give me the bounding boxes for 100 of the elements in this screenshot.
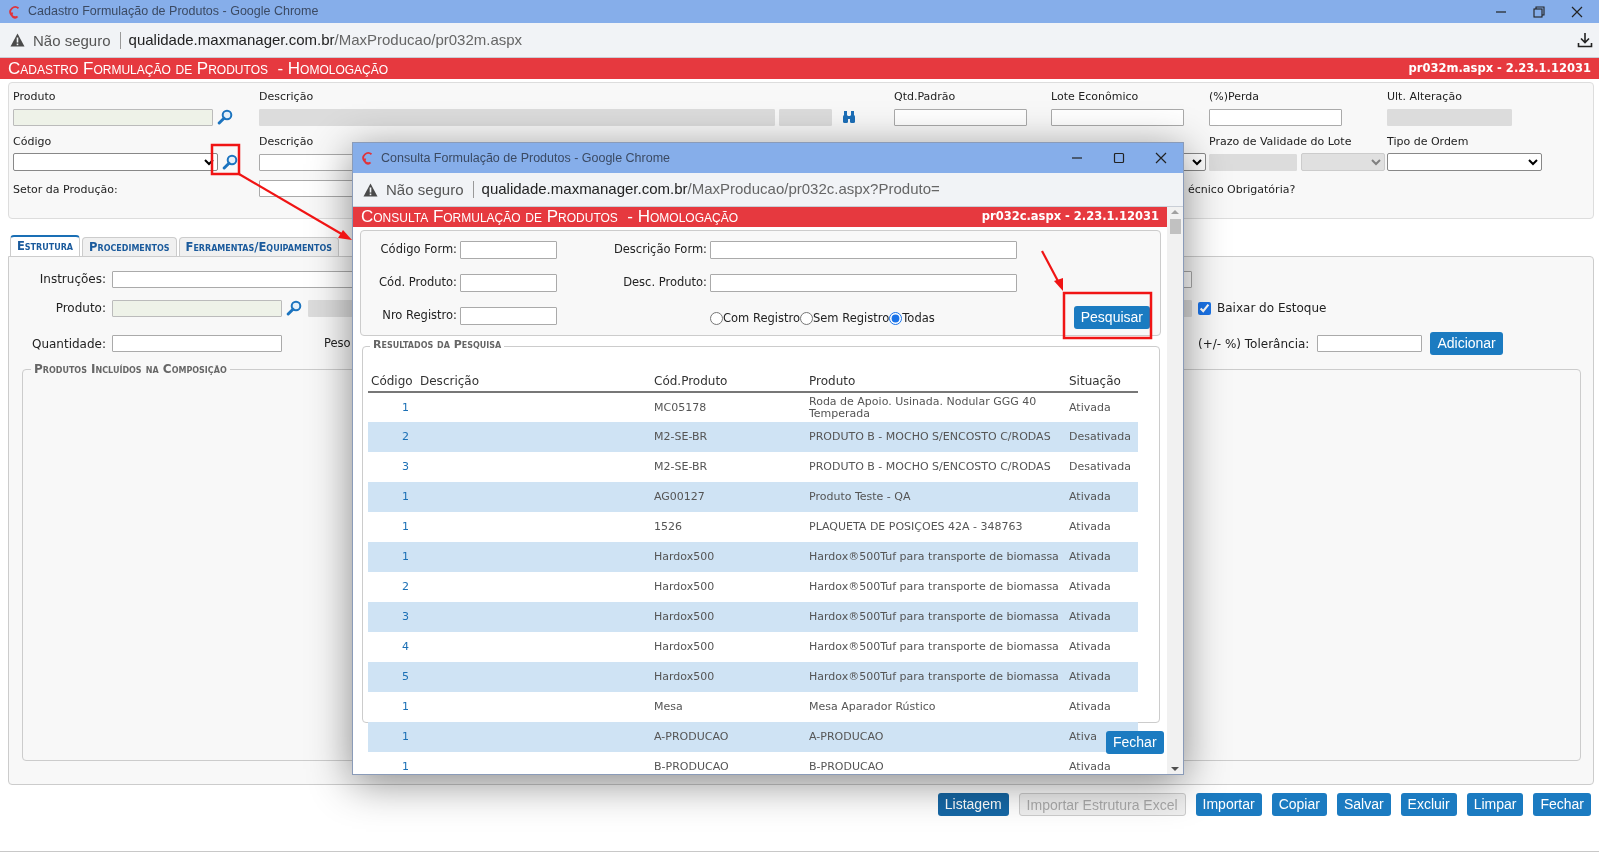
field-label: Descrição: [259, 134, 315, 150]
radio-label: Todas: [902, 309, 935, 327]
action-button[interactable]: Salvar: [1336, 793, 1391, 816]
radio-button[interactable]: [889, 312, 903, 325]
checkbox[interactable]: [1198, 301, 1211, 315]
action-button[interactable]: Excluir: [1400, 793, 1457, 816]
field-label: Desc. Produto:: [622, 273, 707, 291]
action-button[interactable]: Importar: [1195, 793, 1262, 816]
select-field[interactable]: [13, 153, 218, 171]
field-label: Código: [13, 134, 53, 150]
field-label: Ult. Alteração: [1387, 89, 1463, 105]
action-button[interactable]: Limpar: [1466, 793, 1524, 816]
table-cell: Ativada: [1066, 572, 1138, 602]
action-button[interactable]: Fechar: [1533, 793, 1591, 816]
field-label: Instruções:: [38, 271, 106, 288]
readonly-field[interactable]: [1387, 108, 1512, 126]
close-icon[interactable]: [1571, 5, 1583, 18]
table-cell: Ativada: [1066, 512, 1138, 542]
page-title: Cadastro Formulação de Produtos - Homologação: [8, 58, 389, 79]
input-field[interactable]: [112, 299, 282, 317]
input-field[interactable]: [710, 273, 1017, 292]
table-cell: 2: [368, 572, 417, 602]
table-cell: 2: [368, 422, 417, 452]
table-cell: 1: [368, 392, 417, 422]
field-label: (+/- %) Tolerância:: [1198, 335, 1310, 353]
tab[interactable]: Ferramentas/Equipamentos: [178, 237, 340, 256]
input-field[interactable]: [460, 306, 557, 325]
page-title: Consulta Formulação de Produtos - Homologação: [361, 207, 738, 227]
warning-icon: [10, 33, 25, 47]
input-field[interactable]: [710, 240, 1017, 259]
warning-icon: [363, 182, 378, 197]
field-label: Setor da Produção:: [13, 183, 118, 196]
input-field[interactable]: [1209, 108, 1342, 126]
url-text[interactable]: qualidade.maxmanager.com.br/MaxProducao/pr032m.aspx: [128, 28, 523, 52]
close-button[interactable]: Fechar: [1106, 731, 1164, 754]
field-label: Tipo de Ordem: [1387, 134, 1470, 150]
field-label: Nro Registro:: [381, 306, 457, 324]
table-cell: Ativada: [1066, 482, 1138, 512]
field-label: Código Form:: [379, 240, 457, 258]
readonly-field[interactable]: [779, 108, 832, 126]
radio-button[interactable]: [800, 312, 813, 325]
search-icon[interactable]: [222, 154, 238, 170]
radio-button[interactable]: [710, 312, 723, 325]
download-icon[interactable]: [1577, 32, 1593, 48]
scroll-down-icon[interactable]: [1170, 764, 1180, 774]
field-label: Lote Econômico: [1051, 89, 1140, 105]
window-title: Consulta Formulação de Produtos - Google Chrome: [381, 149, 671, 167]
search-icon[interactable]: [286, 300, 302, 316]
table-cell: M2-SE-BR: [651, 452, 806, 482]
field-label: Prazo de Validade do Lote: [1209, 134, 1353, 150]
action-button[interactable]: Listagem: [937, 793, 1009, 816]
table-cell: Desativada: [1066, 422, 1138, 452]
table-cell: Hardox500: [651, 662, 806, 692]
table-cell: Hardox500: [651, 632, 806, 662]
input-field[interactable]: [460, 273, 557, 292]
select-field[interactable]: [1387, 153, 1542, 171]
input-field[interactable]: [1317, 335, 1423, 352]
binoculars-icon: [842, 111, 856, 123]
table-cell: B-PRODUCAO: [806, 752, 1066, 774]
tab[interactable]: Estrutura: [10, 235, 81, 256]
version-label: pr032m.aspx - 2.23.1.12031: [1408, 59, 1591, 77]
scrollbar-thumb[interactable]: [1169, 219, 1181, 234]
field-label: (%)Perda: [1209, 89, 1261, 105]
column-header: Descrição: [417, 371, 651, 392]
input-field[interactable]: [460, 240, 557, 259]
table-cell: Hardox500: [651, 542, 806, 572]
table-cell: B-PRODUCAO: [651, 752, 806, 774]
readonly-field[interactable]: [259, 108, 775, 126]
input-field[interactable]: [894, 108, 1027, 126]
table-cell: 1: [368, 752, 417, 774]
table-cell: MC05178: [651, 392, 806, 422]
field-label: Quantidade:: [30, 335, 106, 353]
action-button[interactable]: Copiar: [1271, 793, 1327, 816]
radio-label: Sem Registro: [813, 309, 890, 327]
close-icon[interactable]: [1155, 152, 1167, 164]
table-cell: Roda de Apoio. Usinada. Nodular GGG 40 Temperada: [806, 392, 1066, 422]
table-cell: 5: [368, 662, 417, 692]
tab[interactable]: Procedimentos: [82, 237, 177, 256]
table-cell: Hardox500: [651, 572, 806, 602]
readonly-field[interactable]: [1209, 153, 1297, 171]
section-legend: Resultados da Pesquisa: [370, 338, 505, 352]
scrollbar[interactable]: [1167, 207, 1183, 774]
maximize-icon[interactable]: [1113, 152, 1125, 164]
table-cell: Hardox®500Tuf para transporte de biomassa: [806, 572, 1066, 602]
table-cell: 1: [368, 482, 417, 512]
table-cell: Mesa Aparador Rústico: [806, 692, 1066, 722]
highlight-box: [210, 143, 241, 176]
search-button[interactable]: Pesquisar: [1073, 306, 1150, 329]
field-label: Produto:: [54, 300, 106, 317]
input-field[interactable]: [1051, 108, 1184, 126]
search-icon[interactable]: [217, 109, 233, 125]
table-cell: Hardox500: [651, 602, 806, 632]
version-label: pr032c.aspx - 2.23.1.12031: [981, 208, 1159, 226]
add-button[interactable]: Adicionar: [1430, 332, 1503, 355]
table-cell: Ativada: [1066, 542, 1138, 572]
url-text[interactable]: qualidade.maxmanager.com.br/MaxProducao/pr032c.aspx?Produto=: [481, 178, 940, 201]
input-field[interactable]: [112, 335, 282, 352]
restore-icon[interactable]: [1533, 5, 1545, 18]
table-cell: PRODUTO B - MOCHO S/ENCOSTO C/RODAS: [806, 422, 1066, 452]
input-field[interactable]: [13, 108, 213, 126]
